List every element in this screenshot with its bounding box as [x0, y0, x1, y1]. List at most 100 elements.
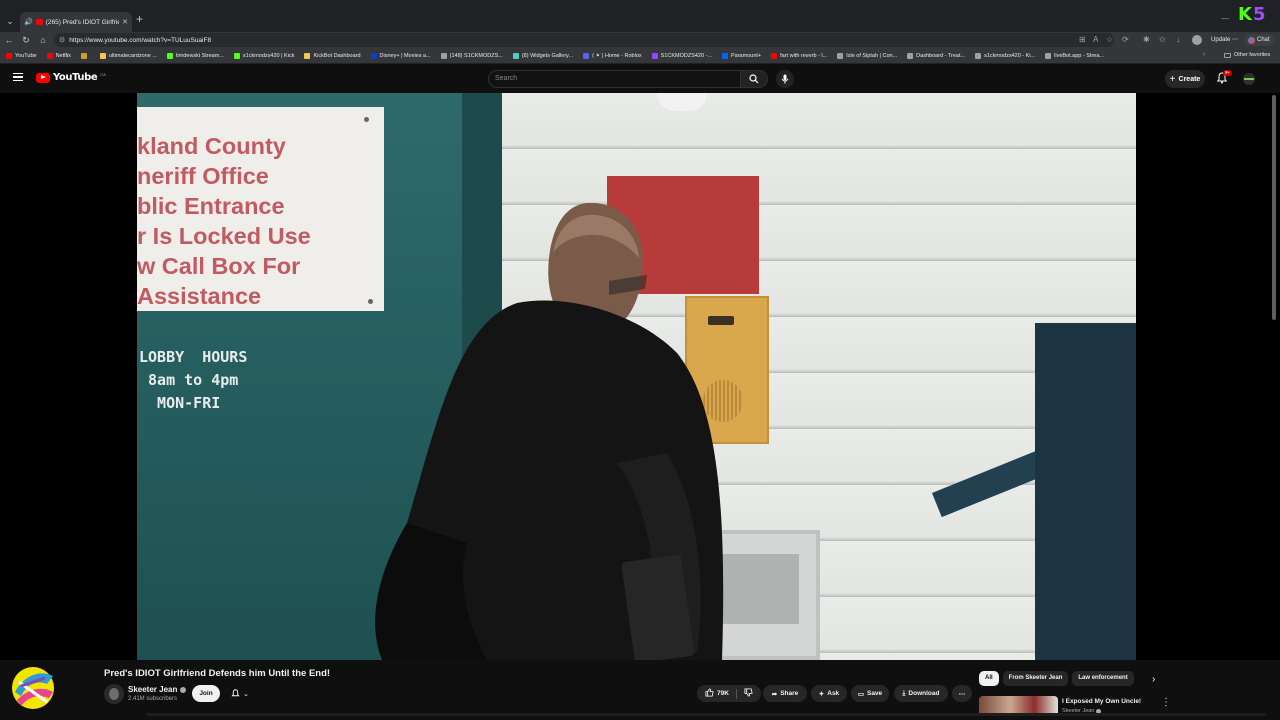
back-icon[interactable]: ←: [3, 34, 15, 46]
bookmark-favicon-icon: [233, 53, 240, 59]
close-tab-icon[interactable]: ✕: [122, 18, 128, 26]
folder-icon: [1224, 52, 1231, 58]
sparkle-icon: ✦: [818, 690, 825, 698]
create-button[interactable]: + Create: [1165, 70, 1205, 88]
share-button[interactable]: ➦ Share: [763, 685, 807, 702]
thumbs-up-icon: [705, 688, 714, 697]
like-button[interactable]: [705, 688, 714, 699]
profile-avatar[interactable]: [1192, 35, 1202, 45]
tab-search-chevron-icon[interactable]: ⌄: [3, 14, 17, 28]
screw: [364, 117, 369, 122]
update-button[interactable]: Update ⋯: [1207, 34, 1242, 46]
download-button[interactable]: ⤓ Download: [894, 685, 948, 702]
bookmark-favicon-icon: [771, 53, 778, 59]
bookmark-item[interactable]: liveBot.app - Strea...: [1045, 53, 1104, 59]
menu-icon[interactable]: [13, 73, 23, 81]
bookmark-item[interactable]: (8) Widgets Gallery...: [512, 53, 573, 59]
bookmark-favicon-icon: [837, 53, 844, 59]
channel-name[interactable]: Skeeter Jean: [128, 685, 187, 694]
ask-button[interactable]: ✦ Ask: [811, 685, 847, 702]
bookmark-favicon-icon: [6, 53, 12, 59]
more-actions-button[interactable]: ⋯: [952, 685, 972, 702]
bookmark-item[interactable]: (148) S1CKMODZS...: [440, 53, 503, 59]
like-dislike-group: 79K: [697, 685, 761, 702]
chip-from-channel[interactable]: From Skeeter Jean: [1002, 671, 1069, 686]
bookmark-favicon-icon: [651, 53, 658, 59]
account-avatar[interactable]: [1243, 73, 1255, 85]
bookmarks-overflow-icon[interactable]: ›: [1203, 51, 1205, 58]
other-favorites[interactable]: Other favorites: [1224, 52, 1270, 58]
video-title: Pred's IDIOT Girlfriend Defends him Unti…: [104, 668, 331, 679]
bookmark-item[interactable]: Dashboard - Treat...: [907, 53, 965, 59]
stream-overlay-logo: [12, 667, 54, 709]
microphone-icon: [781, 74, 789, 84]
search-icon: [749, 74, 759, 84]
save-button[interactable]: ▭ Save: [851, 685, 889, 702]
bottom-edge: [0, 713, 1280, 720]
subscription-bell-button[interactable]: ⌄: [225, 685, 255, 702]
bookmark-item[interactable]: Isle of Siptah | Con...: [837, 53, 897, 59]
voice-search-button[interactable]: [776, 70, 794, 88]
related-video-title[interactable]: I Exposed My Own Uncle!: [1062, 698, 1141, 705]
install-app-icon[interactable]: ⊞: [1079, 35, 1086, 44]
speaker-icon[interactable]: 🔊: [24, 18, 33, 26]
video-player[interactable]: kland County neriff Office blic Entrance…: [0, 93, 1280, 660]
bookmark-favicon-icon: [166, 53, 173, 59]
chevron-down-icon: ⌄: [243, 690, 249, 698]
site-info-icon[interactable]: ⚙: [59, 36, 65, 44]
chip-law-enforcement[interactable]: Law enforcement: [1072, 671, 1134, 686]
bookmark-item[interactable]: Disney+ | Movies a...: [370, 53, 431, 59]
chip-all[interactable]: All: [979, 671, 999, 686]
notification-count-badge: 9+: [1223, 70, 1233, 76]
new-tab-icon[interactable]: +: [136, 13, 143, 25]
minimize-icon[interactable]: —: [1221, 14, 1229, 23]
dislike-button[interactable]: [744, 688, 753, 699]
more-vertical-icon[interactable]: ⋮: [1161, 698, 1171, 708]
page-scrollbar[interactable]: [1272, 95, 1276, 320]
bookmark-favicon-icon: [370, 53, 377, 59]
stair-railing: [1035, 323, 1136, 660]
channel-avatar[interactable]: [104, 684, 124, 704]
url-text: https://www.youtube.com/watch?v=TULuuSua…: [69, 36, 212, 44]
window-titlebar: [0, 0, 1280, 10]
youtube-logo[interactable]: YouTube CA: [36, 72, 106, 83]
bookmark-item[interactable]: s1ckmodzs420 - Ki...: [975, 53, 1035, 59]
bookmark-item[interactable]: YouTube: [6, 53, 37, 59]
lobby-hours-text: LOBBY HOURS 8am to 4pm MON-FRI: [139, 348, 248, 412]
search-input[interactable]: Search: [488, 70, 741, 88]
copilot-chat-button[interactable]: Chat: [1244, 34, 1274, 46]
bookmark-item[interactable]: Paramount+: [722, 53, 761, 59]
active-tab[interactable]: 🔊 (265) Pred's IDIOT Girlfriend ✕: [20, 12, 132, 32]
subscriber-count: 2.41M subscribers: [128, 696, 178, 702]
chevron-right-icon[interactable]: ›: [1152, 675, 1155, 685]
bookmark-favicon-icon: [304, 53, 311, 59]
bookmark-item[interactable]: Netflix: [46, 53, 71, 59]
thumbs-down-icon: [744, 688, 753, 697]
bookmark-item[interactable]: s1ckmodzs420 | Kick: [233, 53, 294, 59]
bookmark-item[interactable]: KickBot Dashboard: [304, 53, 361, 59]
video-frame[interactable]: kland County neriff Office blic Entrance…: [137, 93, 1136, 660]
read-aloud-icon[interactable]: A: [1093, 35, 1098, 44]
share-arrow-icon: ➦: [771, 690, 778, 698]
bookmark-item[interactable]: S1CKMODZS420 -...: [651, 53, 712, 59]
join-button[interactable]: Join: [192, 685, 220, 702]
favorites-icon[interactable]: ✩: [1159, 35, 1166, 44]
tab-title: (265) Pred's IDIOT Girlfriend: [45, 18, 119, 26]
extension-icon[interactable]: ⟳: [1122, 35, 1129, 44]
more-horizontal-icon: ⋯: [958, 690, 966, 698]
verified-icon: [180, 686, 187, 693]
reload-icon[interactable]: ↻: [20, 34, 32, 46]
search-button[interactable]: [741, 70, 768, 88]
bookmark-item[interactable]: timdewski Stream...: [166, 53, 224, 59]
bookmark-item[interactable]: ( ✦ ) Home - Roblox: [583, 53, 642, 59]
bookmark-item[interactable]: fart with reverb - l...: [771, 53, 827, 59]
bookmark-favicon-icon: [975, 53, 982, 59]
bell-icon: [231, 689, 240, 697]
downloads-icon[interactable]: ↓: [1176, 35, 1180, 44]
bookmark-item[interactable]: [80, 53, 90, 59]
address-bar[interactable]: ⚙ https://www.youtube.com/watch?v=TULuuS…: [54, 33, 1114, 47]
bookmark-star-icon[interactable]: ☆: [1106, 35, 1113, 44]
extensions-puzzle-icon[interactable]: ✱: [1143, 35, 1150, 44]
home-icon[interactable]: ⌂: [37, 34, 49, 46]
bookmark-item[interactable]: ultimatecardzone ...: [99, 53, 157, 59]
